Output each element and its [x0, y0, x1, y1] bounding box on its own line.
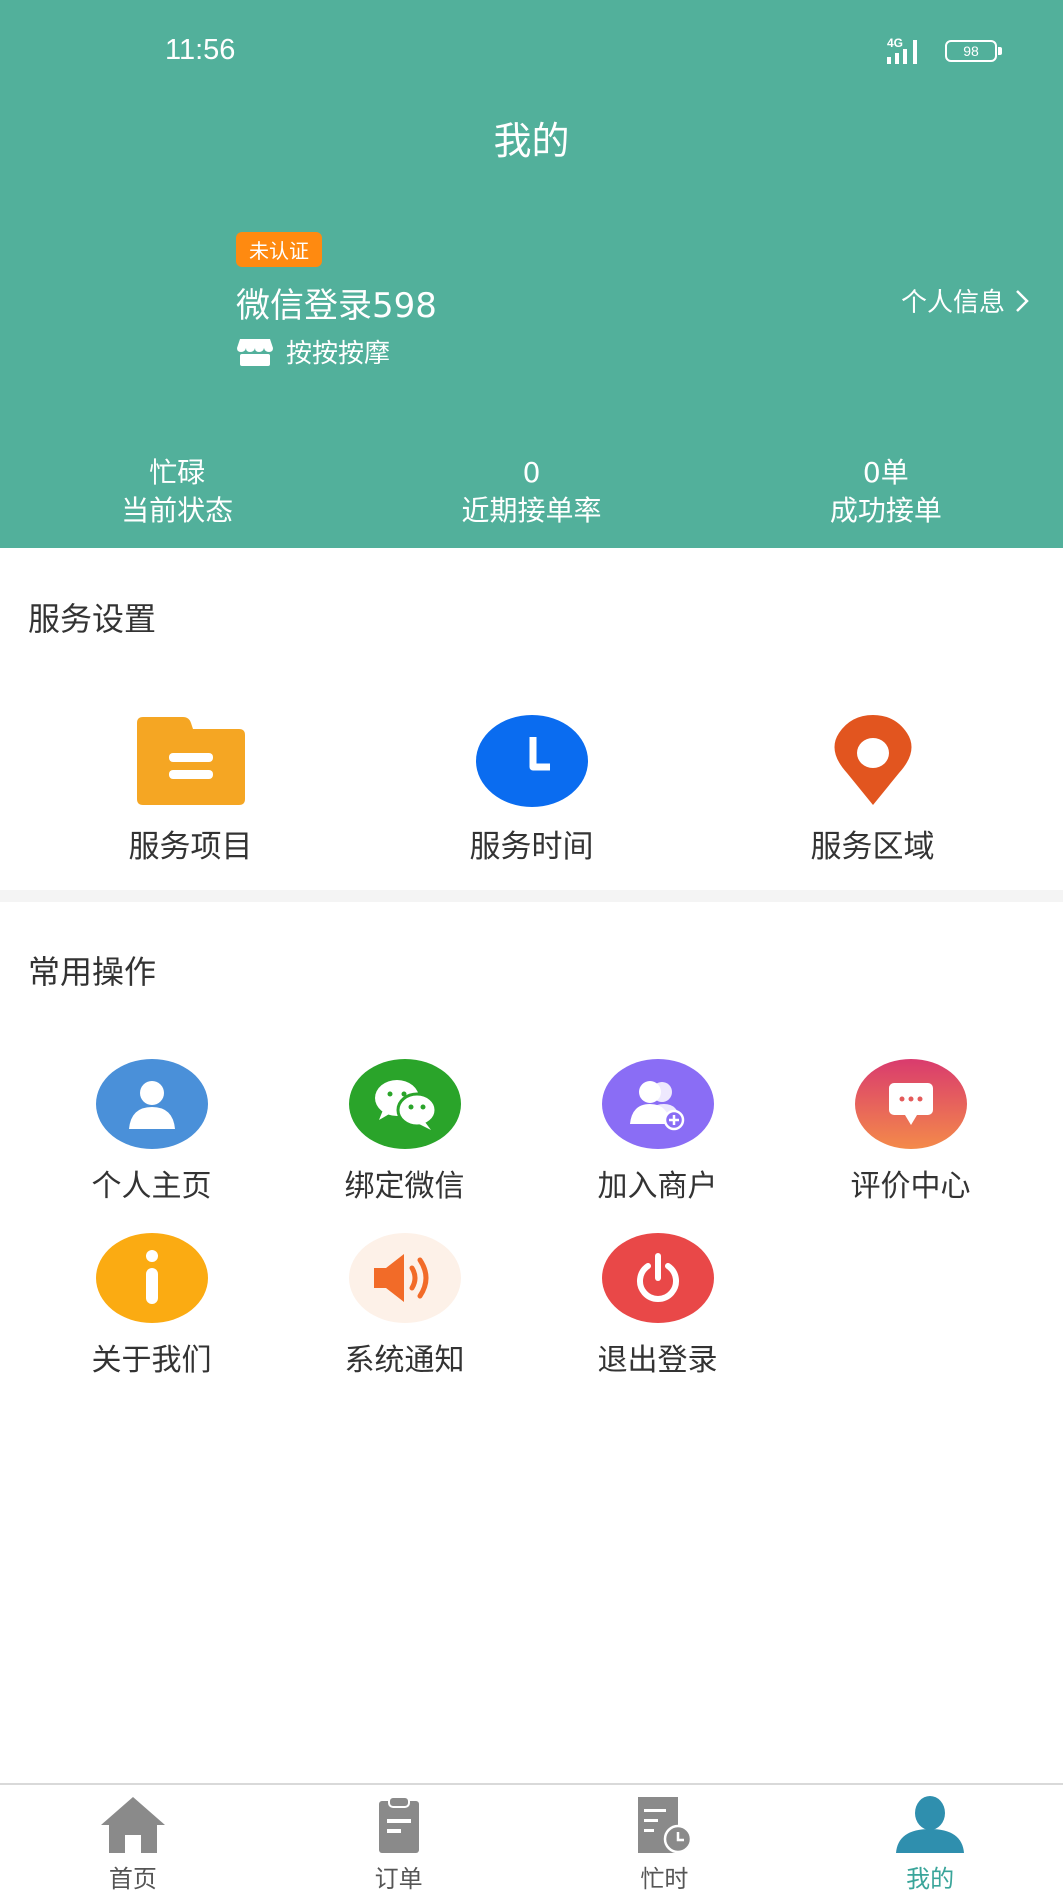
stat-current-status[interactable]: 忙碌 当前状态 [0, 455, 354, 531]
store-icon [236, 337, 274, 367]
common-ops-row-1: 个人主页 绑定微信 加入商户 评价中心 [0, 1059, 1063, 1205]
service-area-button[interactable]: 服务区域 [703, 715, 1043, 866]
stats-row: 忙碌 当前状态 0 近期接单率 0单 成功接单 [0, 455, 1063, 531]
message-icon [854, 1059, 967, 1149]
status-icons: 4G 98 [887, 36, 1002, 64]
bind-wechat-button[interactable]: 绑定微信 [278, 1059, 531, 1205]
profile-header: 11:56 4G 98 我的 未认证 微信登录598 按按按摩 个人信息 忙碌 … [0, 0, 1063, 548]
page-title: 我的 [493, 119, 570, 163]
service-time-button[interactable]: 服务时间 [362, 715, 702, 866]
tab-home[interactable]: 首页 [0, 1785, 266, 1903]
service-settings-grid: 服务项目 服务时间 服务区域 [0, 715, 1063, 866]
verification-badge: 未认证 [236, 232, 322, 267]
stat-success-orders: 0单 成功接单 [829, 456, 942, 527]
tab-mine[interactable]: 我的 [797, 1785, 1063, 1903]
review-center-button[interactable]: 评价中心 [784, 1059, 1037, 1205]
stat-accept-rate: 0 近期接单率 [461, 456, 602, 527]
user-icon [95, 1059, 208, 1149]
home-icon [100, 1797, 165, 1853]
about-us-button[interactable]: 关于我们 [25, 1233, 278, 1379]
profile-icon [896, 1796, 965, 1853]
tab-busy-time[interactable]: 忙时 [532, 1785, 798, 1903]
system-notice-button[interactable]: 系统通知 [278, 1233, 531, 1379]
shop-name: 按按按摩 [286, 339, 391, 369]
service-settings-title: 服务设置 [28, 600, 157, 638]
section-divider [0, 890, 1063, 902]
shop-name-row: 按按按摩 [236, 333, 390, 370]
location-pin-icon [834, 715, 911, 805]
logout-button[interactable]: 退出登录 [531, 1233, 784, 1379]
common-ops-title: 常用操作 [28, 953, 157, 991]
folder-icon [136, 717, 245, 805]
signal-icon: 4G [887, 36, 931, 64]
common-ops-row-2: 关于我们 系统通知 退出登录 [0, 1233, 1063, 1379]
add-user-icon [601, 1059, 714, 1149]
schedule-icon [638, 1797, 693, 1854]
username: 微信登录598 [236, 286, 437, 326]
wechat-icon [348, 1059, 461, 1149]
battery-icon: 98 [945, 40, 1002, 62]
personal-info-link[interactable]: 个人信息 [901, 282, 1029, 319]
status-time: 11:56 [165, 34, 236, 66]
personal-info-label: 个人信息 [900, 288, 1005, 318]
service-items-button[interactable]: 服务项目 [21, 715, 361, 866]
clipboard-icon [378, 1796, 419, 1853]
info-icon [95, 1233, 208, 1323]
chevron-right-icon [1016, 289, 1029, 312]
bottom-tab-bar: 首页 订单 忙时 我的 [0, 1783, 1063, 1903]
speaker-icon [348, 1233, 461, 1323]
clock-icon [475, 715, 588, 807]
power-icon [601, 1233, 714, 1323]
join-merchant-button[interactable]: 加入商户 [531, 1059, 784, 1205]
personal-homepage-button[interactable]: 个人主页 [25, 1059, 278, 1205]
tab-orders[interactable]: 订单 [266, 1785, 532, 1903]
